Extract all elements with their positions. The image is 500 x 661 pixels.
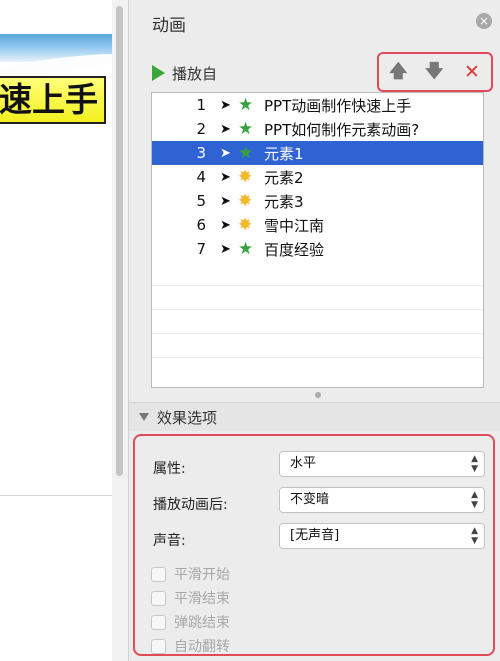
checkbox-label: 平滑开始: [174, 567, 230, 583]
play-icon: [152, 65, 165, 81]
disclosure-triangle-icon: [139, 413, 149, 421]
list-item-selected[interactable]: 3 ➤ ★ 元素1: [152, 141, 483, 165]
play-from-label: 播放自: [172, 64, 218, 83]
checkbox-box[interactable]: [151, 614, 166, 630]
animation-order-number: 1: [196, 96, 206, 114]
delete-icon[interactable]: ✕: [463, 63, 481, 82]
auto-reverse-checkbox[interactable]: 自动翻转: [151, 636, 230, 656]
list-gridline: [152, 285, 483, 286]
mouse-pointer-icon: ➤: [220, 97, 231, 113]
animation-name: PPT动画制作快速上手: [264, 96, 412, 115]
list-gridline: [152, 333, 483, 334]
effect-options-group: 属性: 水平 ▲ ▼ 播放动画后: 不变暗 ▲ ▼ 声音: [无声音] ▲ ▼ 平滑开…: [133, 434, 495, 656]
close-icon[interactable]: ×: [476, 13, 492, 29]
checkbox-box[interactable]: [151, 566, 166, 582]
animation-name: 雪中江南: [264, 216, 325, 235]
animation-order-number: 3: [196, 144, 206, 162]
star-effect-icon: ✸: [238, 190, 253, 211]
star-effect-icon: ★: [238, 142, 254, 163]
mouse-pointer-icon: ➤: [220, 193, 231, 209]
animation-list[interactable]: 1 ➤ ★ PPT动画制作快速上手 2 ➤ ★ PPT如何制作元素动画? 3 ➤…: [151, 92, 484, 388]
slide-scrollbar-thumb[interactable]: [116, 6, 123, 476]
bounce-end-checkbox[interactable]: 弹跳结束: [151, 612, 230, 632]
list-gridline: [152, 357, 483, 358]
slide-title-textbox[interactable]: 速上手: [0, 76, 106, 124]
list-gridline: [152, 309, 483, 310]
effects-options-toggle[interactable]: 效果选项: [129, 402, 500, 431]
animation-name: 元素3: [264, 192, 304, 211]
list-item[interactable]: 6 ➤ ✸ 雪中江南: [152, 213, 483, 237]
checkbox-label: 自动翻转: [174, 639, 230, 655]
star-effect-icon: ★: [238, 94, 254, 115]
animation-order-number: 2: [196, 120, 206, 138]
reorder-toolbar: 🡅 🡇 ✕: [377, 52, 493, 92]
checkbox-label: 弹跳结束: [174, 615, 230, 631]
star-effect-icon: ★: [238, 118, 254, 139]
list-item[interactable]: 5 ➤ ✸ 元素3: [152, 189, 483, 213]
animation-order-number: 4: [196, 168, 206, 186]
sound-select[interactable]: [无声音] ▲ ▼: [279, 523, 485, 549]
animation-panel: 动画 × 播放自 🡅 🡇 ✕ 1 ➤ ★ PPT动画制作快速上手 2 ➤ ★ P…: [129, 0, 500, 661]
star-effect-icon: ✸: [238, 166, 253, 187]
list-item[interactable]: 2 ➤ ★ PPT如何制作元素动画?: [152, 117, 483, 141]
slide-canvas[interactable]: 速上手: [0, 0, 113, 661]
checkbox-label: 平滑结束: [174, 591, 230, 607]
mouse-pointer-icon: ➤: [220, 145, 231, 161]
star-effect-icon: ✸: [238, 214, 253, 235]
play-from-button[interactable]: 播放自: [152, 63, 217, 83]
slide-scrollbar[interactable]: [112, 0, 129, 661]
mouse-pointer-icon: ➤: [220, 121, 231, 137]
select-stepper-icon: ▲ ▼: [471, 526, 478, 546]
after-animation-label: 播放动画后:: [153, 497, 228, 513]
checkbox-box[interactable]: [151, 590, 166, 606]
smooth-start-checkbox[interactable]: 平滑开始: [151, 564, 230, 584]
property-label: 属性:: [153, 461, 186, 477]
star-effect-icon: ★: [238, 238, 254, 259]
animation-order-number: 5: [196, 192, 206, 210]
effects-options-title: 效果选项: [157, 408, 218, 427]
animation-order-number: 6: [196, 216, 206, 234]
list-resize-handle[interactable]: [315, 392, 321, 398]
animation-order-number: 7: [196, 240, 206, 258]
mouse-pointer-icon: ➤: [220, 169, 231, 185]
animation-name: 百度经验: [264, 240, 325, 259]
property-select-value: 水平: [290, 456, 317, 471]
checkbox-box[interactable]: [151, 638, 166, 654]
mouse-pointer-icon: ➤: [220, 217, 231, 233]
animation-name: PPT如何制作元素动画?: [264, 120, 420, 139]
animation-name: 元素2: [264, 168, 304, 187]
list-item[interactable]: 1 ➤ ★ PPT动画制作快速上手: [152, 93, 483, 117]
select-stepper-icon: ▲ ▼: [471, 454, 478, 474]
property-select[interactable]: 水平 ▲ ▼: [279, 451, 485, 477]
sound-select-value: [无声音]: [290, 528, 340, 543]
mouse-pointer-icon: ➤: [220, 241, 231, 257]
after-animation-select-value: 不变暗: [290, 492, 330, 507]
arrow-down-icon[interactable]: 🡇: [425, 63, 444, 81]
select-stepper-icon: ▲ ▼: [471, 490, 478, 510]
panel-title: 动画: [152, 16, 186, 36]
slide-preview[interactable]: 速上手: [0, 0, 113, 496]
arrow-up-icon[interactable]: 🡅: [389, 63, 408, 81]
sound-label: 声音:: [153, 533, 186, 549]
list-item[interactable]: 4 ➤ ✸ 元素2: [152, 165, 483, 189]
list-item[interactable]: 7 ➤ ★ 百度经验: [152, 237, 483, 261]
smooth-end-checkbox[interactable]: 平滑结束: [151, 588, 230, 608]
animation-name: 元素1: [264, 144, 304, 163]
after-animation-select[interactable]: 不变暗 ▲ ▼: [279, 487, 485, 513]
